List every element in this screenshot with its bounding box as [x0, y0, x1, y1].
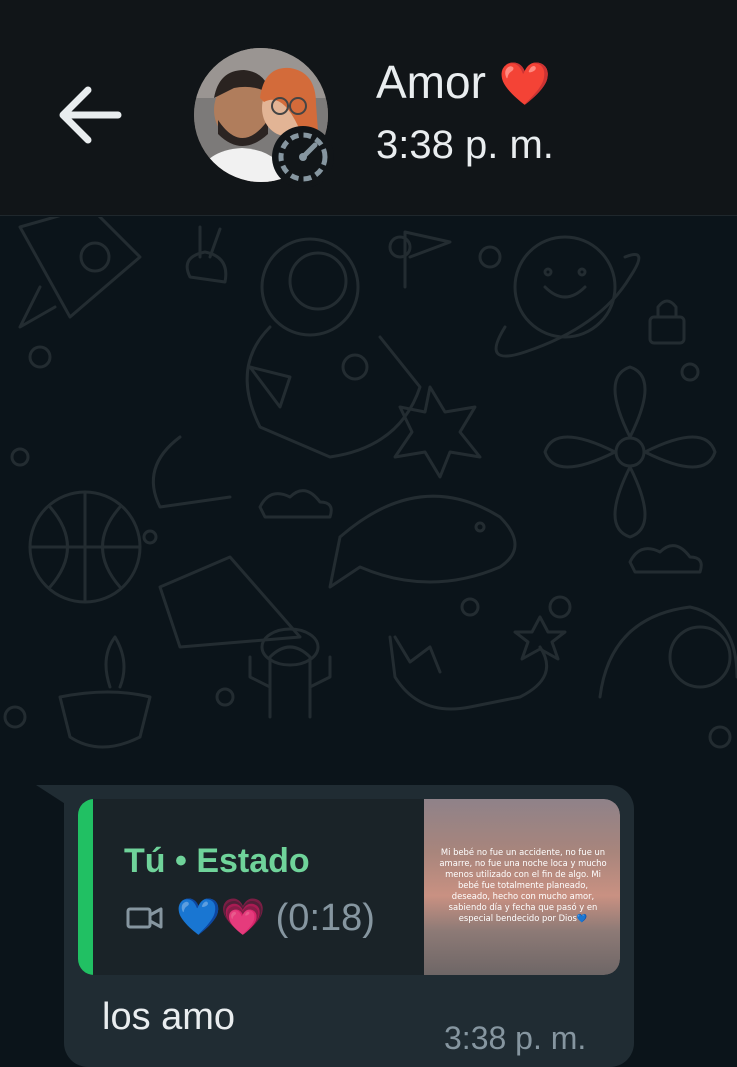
blue-heart-emoji: 💙 [176, 897, 221, 938]
quote-meta: 💙💗 (0:18) [126, 895, 375, 941]
thumbnail-caption: Mi bebé no fue un accidente, no fue un a… [439, 847, 607, 923]
status-reply-quote[interactable]: Tú • Estado 💙💗 (0:18) Mi bebé no fue un … [78, 799, 620, 975]
chat-header: Amor ❤️ 3:38 p. m. [0, 0, 737, 216]
contact-name-text: Amor [376, 56, 486, 108]
pink-heart-emoji: 💗 [220, 897, 266, 938]
message-time: 3:38 p. m. [444, 1020, 587, 1056]
message-text: los amo [102, 996, 236, 1038]
video-icon [126, 907, 163, 929]
quote-emojis: 💙💗 [176, 896, 266, 940]
video-duration: (0:18) [275, 897, 375, 939]
status-ring [272, 126, 334, 188]
arrow-left-icon [59, 86, 122, 144]
quote-accent-bar [78, 799, 93, 975]
heart-emoji: ❤️ [498, 59, 551, 108]
status-ring-icon [278, 132, 328, 182]
chat-screen: Amor ❤️ 3:38 p. m. Tú • Estado 💙💗 (0:18)… [0, 0, 737, 1067]
last-seen: 3:38 p. m. [376, 123, 554, 167]
quote-author: Tú • Estado [124, 842, 310, 880]
contact-name[interactable]: Amor ❤️ [376, 56, 551, 110]
status-thumbnail[interactable]: Mi bebé no fue un accidente, no fue un a… [424, 799, 620, 975]
contact-avatar-button[interactable] [194, 48, 336, 190]
back-button[interactable] [50, 72, 136, 158]
